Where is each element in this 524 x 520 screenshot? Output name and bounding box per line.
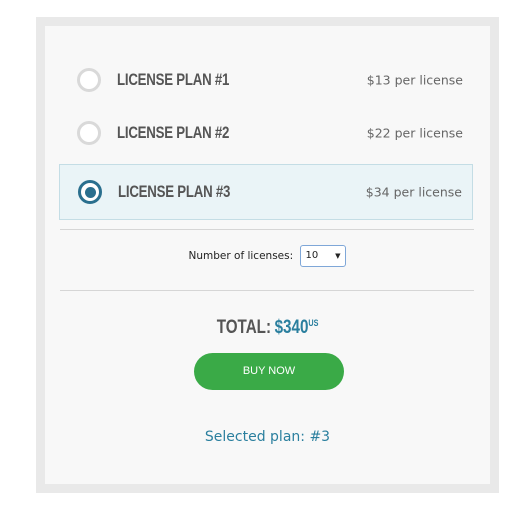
divider: [60, 229, 474, 230]
total-amount: $340: [274, 317, 309, 338]
chevron-down-icon: ▼: [335, 252, 341, 260]
selected-plan-text: Selected plan: #3: [204, 429, 331, 445]
quantity-label: Number of licenses:: [188, 250, 294, 262]
plan-option-3[interactable]: LICENSE PLAN #3 $34 per license: [59, 164, 473, 220]
quantity-row: Number of licenses: 10 ▼: [45, 245, 490, 269]
plan-price: $13 per license: [366, 72, 463, 88]
radio-button-plan-3[interactable]: [78, 180, 102, 204]
currency-unit: US: [308, 318, 319, 328]
plan-option-1[interactable]: LICENSE PLAN #1 $13 per license: [59, 52, 473, 108]
quantity-select[interactable]: 10 ▼: [300, 245, 347, 267]
divider: [60, 290, 474, 291]
pricing-panel: LICENSE PLAN #1 $13 per license LICENSE …: [45, 26, 490, 484]
quantity-value: 10: [305, 250, 319, 261]
plan-price: $22 per license: [366, 125, 463, 141]
plan-name: LICENSE PLAN #2: [117, 123, 230, 142]
total-price: TOTAL: $340US: [45, 317, 490, 339]
radio-button-plan-2[interactable]: [77, 121, 101, 145]
plan-name: LICENSE PLAN #1: [117, 70, 230, 89]
total-label: TOTAL:: [216, 317, 271, 338]
plan-price: $34 per license: [365, 184, 462, 200]
pricing-widget-frame: LICENSE PLAN #1 $13 per license LICENSE …: [36, 17, 499, 493]
radio-button-plan-1[interactable]: [77, 68, 101, 92]
plan-option-2[interactable]: LICENSE PLAN #2 $22 per license: [59, 105, 473, 161]
buy-now-button[interactable]: BUY NOW: [194, 353, 344, 390]
plan-name: LICENSE PLAN #3: [118, 182, 231, 201]
